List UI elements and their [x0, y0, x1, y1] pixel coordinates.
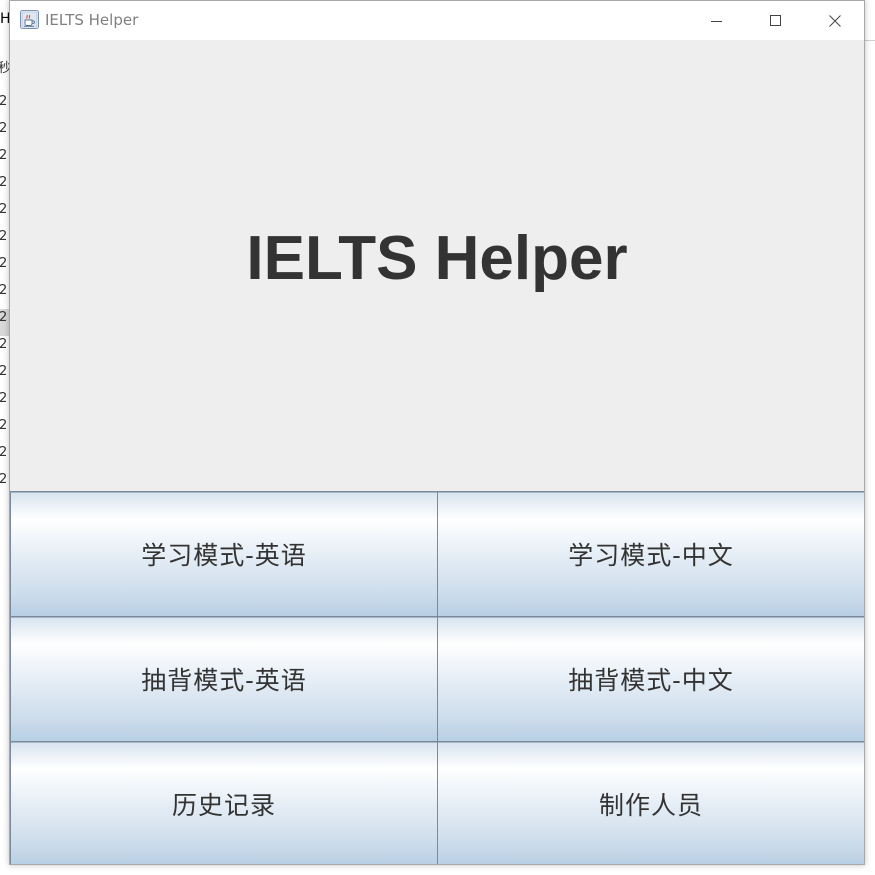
minimize-button[interactable] — [688, 1, 746, 40]
close-button[interactable] — [806, 1, 864, 40]
recite-chinese-button[interactable]: 抽背模式-中文 — [437, 616, 864, 742]
recite-english-label: 抽背模式-英语 — [141, 666, 307, 695]
maximize-button[interactable] — [747, 1, 805, 40]
history-label: 历史记录 — [171, 790, 276, 820]
study-english-label: 学习模式-英语 — [141, 541, 307, 570]
app-window: IELTS Helper IELTS Helper 学习模式-英语 学习模式-中… — [9, 0, 865, 865]
window-title: IELTS Helper — [45, 11, 139, 29]
minimize-icon — [711, 15, 723, 27]
study-english-button[interactable]: 学习模式-英语 — [10, 491, 438, 617]
credits-button[interactable]: 制作人员 — [437, 741, 864, 864]
study-chinese-button[interactable]: 学习模式-中文 — [437, 491, 864, 617]
recite-chinese-label: 抽背模式-中文 — [568, 666, 734, 695]
mode-button-grid: 学习模式-英语 学习模式-中文 抽背模式-英语 抽背模式-中文 历史记录 制作人… — [10, 491, 864, 864]
study-chinese-label: 学习模式-中文 — [568, 541, 734, 570]
close-icon — [829, 14, 841, 27]
history-button[interactable]: 历史记录 — [10, 741, 438, 864]
maximize-icon — [770, 14, 782, 27]
recite-english-button[interactable]: 抽背模式-英语 — [10, 616, 438, 742]
title-bar[interactable]: IELTS Helper — [10, 1, 864, 40]
app-headline: IELTS Helper — [246, 224, 628, 293]
credits-label: 制作人员 — [598, 790, 703, 820]
java-cup-icon — [20, 10, 39, 29]
background-divider — [865, 40, 875, 41]
main-panel: IELTS Helper — [10, 40, 864, 492]
